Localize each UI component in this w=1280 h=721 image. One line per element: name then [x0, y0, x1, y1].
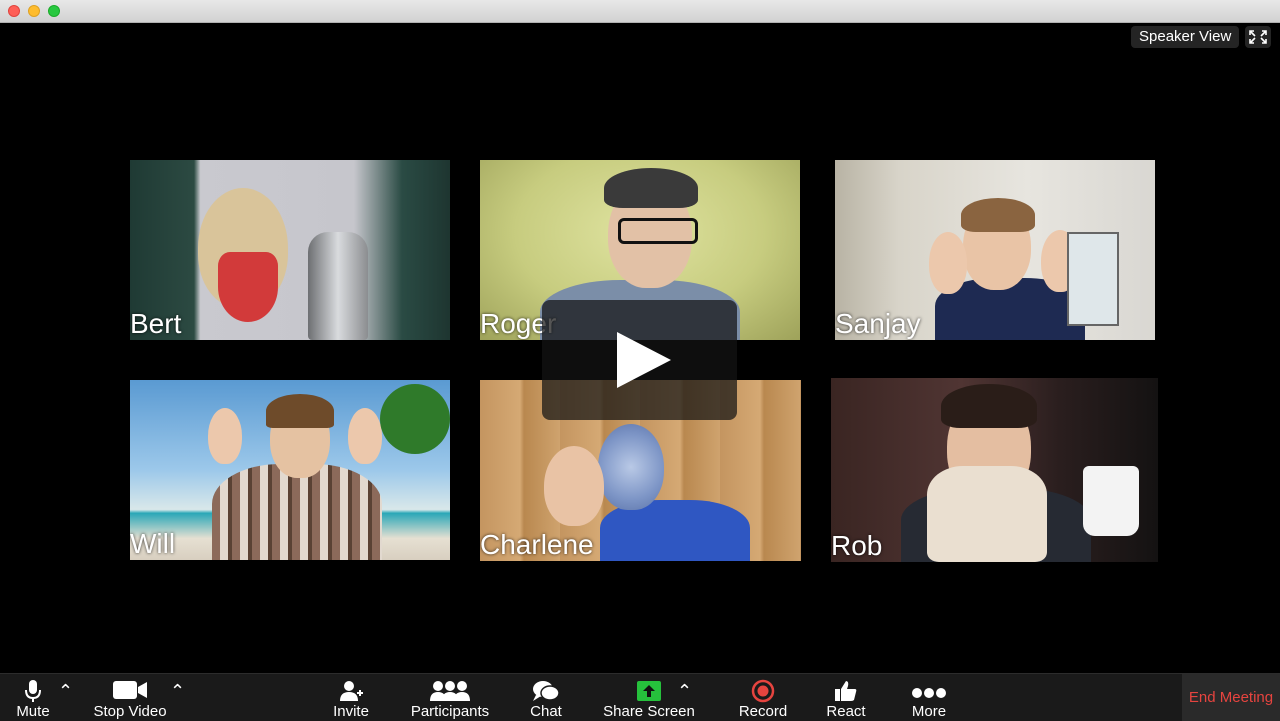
thumbs-up-icon	[835, 681, 857, 701]
stop-video-label: Stop Video	[93, 703, 167, 720]
participants-icon	[430, 681, 470, 701]
chat-button[interactable]: Chat	[522, 674, 570, 721]
video-tile-rob[interactable]: Rob	[831, 378, 1158, 562]
participants-label: Participants	[410, 703, 490, 720]
hair	[266, 394, 334, 428]
share-screen-icon	[637, 681, 661, 701]
participant-name: Sanjay	[835, 308, 921, 339]
react-label: React	[826, 703, 866, 720]
invite-button[interactable]: Invite	[326, 674, 376, 721]
audio-options-chevron-up-icon[interactable]: ⌃	[58, 682, 73, 700]
participant-body	[212, 464, 382, 560]
chat-label: Chat	[530, 703, 562, 720]
zoom-window-button[interactable]	[48, 5, 60, 17]
participants-button[interactable]: Participants	[404, 674, 496, 721]
scarf-mask	[927, 466, 1047, 562]
more-dots-icon	[912, 688, 946, 698]
window-title-bar	[0, 0, 1280, 23]
mute-button[interactable]: Mute	[8, 674, 58, 721]
play-icon	[617, 332, 671, 388]
play-button[interactable]	[542, 300, 737, 420]
stop-video-button[interactable]: Stop Video	[88, 674, 172, 721]
hair	[961, 198, 1035, 232]
hand-right	[348, 408, 382, 464]
chat-bubble-icon	[533, 681, 560, 701]
more-label: More	[911, 703, 947, 720]
share-screen-label: Share Screen	[603, 703, 695, 720]
record-icon	[751, 679, 775, 703]
hand-left	[929, 232, 967, 294]
speaker-view-button[interactable]: Speaker View	[1131, 26, 1240, 48]
coffee-pot	[308, 232, 368, 340]
cap	[604, 168, 698, 208]
video-options-chevron-up-icon[interactable]: ⌃	[170, 682, 185, 700]
end-meeting-button[interactable]: End Meeting	[1182, 674, 1280, 721]
palm-tree	[380, 384, 450, 454]
minimize-window-button[interactable]	[28, 5, 40, 17]
more-button[interactable]: More	[904, 674, 954, 721]
wall-art	[1067, 232, 1119, 326]
hair	[941, 384, 1037, 428]
fullscreen-button[interactable]	[1245, 26, 1271, 48]
close-window-button[interactable]	[8, 5, 20, 17]
glasses	[618, 218, 698, 244]
record-label: Record	[738, 703, 788, 720]
hand	[544, 446, 604, 526]
video-camera-icon	[113, 681, 147, 699]
share-options-chevron-up-icon[interactable]: ⌃	[677, 682, 692, 700]
wig	[598, 424, 664, 510]
video-tile-will[interactable]: Will	[130, 380, 450, 560]
invite-icon	[340, 681, 363, 701]
fullscreen-icon	[1249, 30, 1267, 44]
mug	[1083, 466, 1139, 536]
microphone-icon	[25, 680, 41, 702]
participant-name: Charlene	[480, 529, 594, 560]
bandana-mask	[218, 252, 278, 322]
hand-left	[208, 408, 242, 464]
participant-name: Will	[130, 528, 176, 559]
mute-label: Mute	[16, 703, 50, 720]
meeting-toolbar: Mute ⌃ Stop Video ⌃ Invite Participants	[0, 673, 1280, 721]
video-tile-bert[interactable]: Bert	[130, 160, 450, 340]
record-button[interactable]: Record	[734, 674, 792, 721]
invite-label: Invite	[333, 703, 369, 720]
participant-name: Rob	[831, 530, 883, 561]
video-tile-sanjay[interactable]: Sanjay	[835, 160, 1155, 340]
participant-name: Bert	[130, 308, 182, 339]
react-button[interactable]: React	[822, 674, 870, 721]
